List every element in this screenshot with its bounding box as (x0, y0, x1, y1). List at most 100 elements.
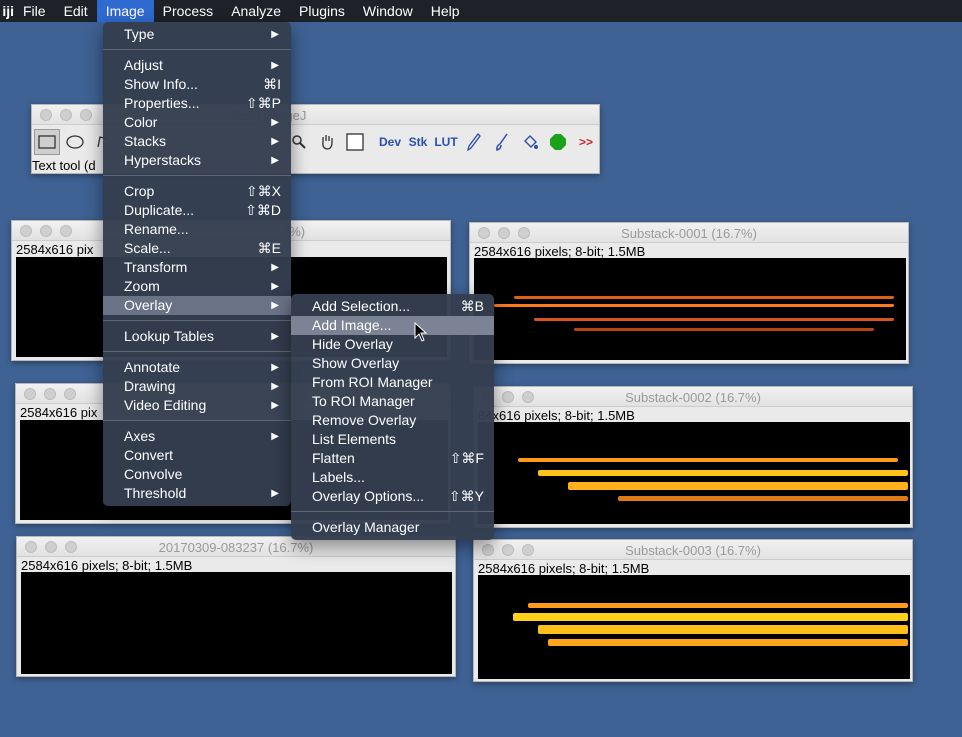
menu-item-drawing[interactable]: Drawing ▶ (103, 377, 291, 396)
menu-item-crop[interactable]: Crop ⇧⌘X (103, 182, 291, 201)
image-canvas[interactable] (474, 258, 906, 360)
image-canvas[interactable] (21, 572, 452, 674)
menu-item-label: Properties... (124, 95, 200, 111)
minimize-icon[interactable] (40, 225, 52, 237)
menu-item-labels[interactable]: Labels... (291, 468, 494, 487)
menu-item-show-overlay[interactable]: Show Overlay (291, 354, 494, 373)
flood-fill-tool-icon[interactable] (517, 129, 543, 155)
minimize-icon[interactable] (60, 109, 72, 121)
menu-item-label: Add Selection... (312, 298, 411, 314)
lut-menu-button[interactable]: LUT (433, 129, 459, 155)
menu-item-list-elements[interactable]: List Elements (291, 430, 494, 449)
image-window-titlebar[interactable]: Substack-0003 (16.7%) (474, 540, 912, 560)
menu-item-stacks[interactable]: Stacks ▶ (103, 132, 291, 151)
menu-item-label: From ROI Manager (312, 374, 433, 390)
menu-item-annotate[interactable]: Annotate ▶ (103, 358, 291, 377)
submenu-arrow-icon: ▶ (271, 488, 279, 499)
menu-shortcut: ⌘E (257, 240, 281, 256)
menu-help[interactable]: Help (422, 0, 469, 22)
close-icon[interactable] (40, 109, 52, 121)
menu-edit[interactable]: Edit (55, 0, 97, 22)
menu-item-axes[interactable]: Axes ▶ (103, 427, 291, 446)
brush-tool-icon[interactable] (489, 129, 515, 155)
image-info: 84x616 pixels; 8-bit; 1.5MB (478, 408, 635, 423)
image-info: 2584x616 pix (16, 242, 94, 257)
toolbar-status-text: Text tool (d (32, 158, 96, 173)
menu-window[interactable]: Window (354, 0, 422, 22)
minimize-icon[interactable] (44, 388, 56, 400)
menu-item-hyperstacks[interactable]: Hyperstacks ▶ (103, 151, 291, 170)
menu-item-duplicate[interactable]: Duplicate... ⇧⌘D (103, 201, 291, 220)
menu-item-rename[interactable]: Rename... (103, 220, 291, 239)
menu-item-label: Show Overlay (312, 355, 400, 371)
menu-item-from-roi-manager[interactable]: From ROI Manager (291, 373, 494, 392)
window-controls (40, 109, 92, 121)
menu-item-flatten[interactable]: Flatten ⇧⌘F (291, 449, 494, 468)
menu-item-remove-overlay[interactable]: Remove Overlay (291, 411, 494, 430)
menu-separator (103, 420, 291, 421)
menu-item-zoom[interactable]: Zoom ▶ (103, 277, 291, 296)
menu-item-label: To ROI Manager (312, 393, 415, 409)
rectangle-tool-icon[interactable] (34, 129, 60, 155)
zoom-icon[interactable] (64, 388, 76, 400)
more-tools-button[interactable]: >> (573, 129, 599, 155)
menu-item-threshold[interactable]: Threshold ▶ (103, 484, 291, 503)
zoom-icon[interactable] (60, 225, 72, 237)
image-window-titlebar[interactable]: 20170309-083237 (16.7%) (17, 537, 455, 557)
menu-item-adjust[interactable]: Adjust ▶ (103, 56, 291, 75)
image-window-titlebar[interactable]: Substack-0002 (16.7%) (474, 387, 912, 407)
menu-item-label: Scale... (124, 240, 171, 256)
image-canvas[interactable] (478, 575, 910, 679)
menu-item-color[interactable]: Color ▶ (103, 113, 291, 132)
menu-analyze[interactable]: Analyze (222, 0, 290, 22)
menu-item-label: Overlay Manager (312, 519, 420, 535)
green-octagon-tool-icon[interactable] (545, 129, 571, 155)
menu-item-overlay-manager[interactable]: Overlay Manager (291, 518, 494, 537)
menu-item-overlay-options[interactable]: Overlay Options... ⇧⌘Y (291, 487, 494, 506)
menu-item-to-roi-manager[interactable]: To ROI Manager (291, 392, 494, 411)
menu-item-properties[interactable]: Properties... ⇧⌘P (103, 94, 291, 113)
menu-item-label: Duplicate... (124, 202, 195, 218)
menu-item-lookup-tables[interactable]: Lookup Tables ▶ (103, 327, 291, 346)
menu-item-label: Color (124, 114, 158, 130)
hand-tool-icon[interactable] (314, 129, 340, 155)
color-picker-tool-icon[interactable] (342, 129, 368, 155)
submenu-arrow-icon: ▶ (271, 331, 279, 342)
mouse-pointer-icon (414, 322, 428, 342)
close-icon[interactable] (20, 225, 32, 237)
menu-file[interactable]: File (14, 0, 55, 22)
zoom-icon[interactable] (80, 109, 92, 121)
menu-separator (103, 175, 291, 176)
pencil-tool-icon[interactable] (461, 129, 487, 155)
menu-item-video-editing[interactable]: Video Editing ▶ (103, 396, 291, 415)
image-canvas[interactable] (478, 422, 910, 524)
menu-shortcut: ⌘I (263, 76, 281, 92)
menu-item-add-selection[interactable]: Add Selection... ⌘B (291, 297, 494, 316)
menu-item-convolve[interactable]: Convolve (103, 465, 291, 484)
menu-item-label: Rename... (124, 221, 189, 237)
menu-plugins[interactable]: Plugins (290, 0, 354, 22)
submenu-arrow-icon: ▶ (271, 381, 279, 392)
oval-tool-icon[interactable] (62, 129, 88, 155)
menu-item-type[interactable]: Type ▶ (103, 25, 291, 44)
menu-item-overlay[interactable]: Overlay ▶ (103, 296, 291, 315)
image-window-titlebar[interactable]: Substack-0001 (16.7%) (470, 223, 908, 243)
menu-item-add-image[interactable]: Add Image... (291, 316, 494, 335)
menu-item-show-info[interactable]: Show Info... ⌘I (103, 75, 291, 94)
menu-image[interactable]: Image (96, 0, 154, 22)
substack-window-0001: Substack-0001 (16.7%) 2584x616 pixels; 8… (469, 222, 909, 364)
menu-item-scale[interactable]: Scale... ⌘E (103, 239, 291, 258)
menu-item-hide-overlay[interactable]: Hide Overlay (291, 335, 494, 354)
app-menu[interactable]: iji (0, 0, 14, 22)
menu-shortcut: ⇧⌘Y (448, 488, 484, 504)
stk-menu-button[interactable]: Stk (405, 129, 431, 155)
submenu-arrow-icon: ▶ (271, 431, 279, 442)
close-icon[interactable] (24, 388, 36, 400)
submenu-arrow-icon: ▶ (271, 117, 279, 128)
menu-item-label: Convert (124, 447, 174, 463)
menu-item-convert[interactable]: Convert (103, 446, 291, 465)
menu-item-label: Overlay (124, 297, 173, 313)
dev-menu-button[interactable]: Dev (377, 129, 403, 155)
menu-process[interactable]: Process (154, 0, 223, 22)
menu-item-transform[interactable]: Transform ▶ (103, 258, 291, 277)
